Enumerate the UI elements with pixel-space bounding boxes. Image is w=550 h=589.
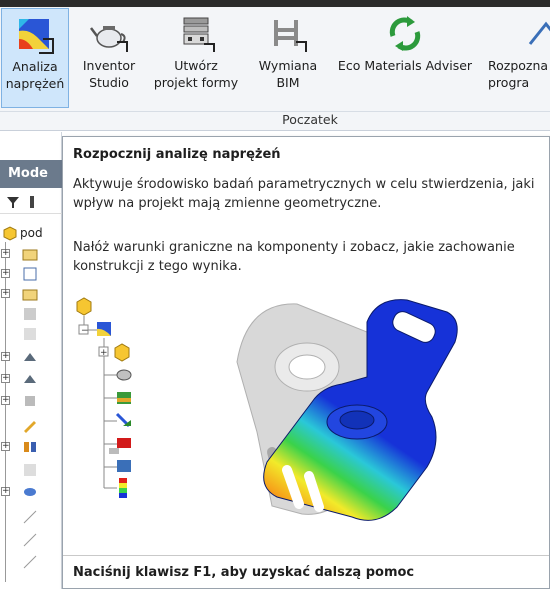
recognize-program-button[interactable]: Rozpozna progra bbox=[486, 8, 550, 108]
expand-icon[interactable]: + bbox=[1, 442, 10, 451]
browser-toolbar bbox=[0, 190, 62, 214]
tree-item[interactable] bbox=[0, 460, 62, 480]
inventor-studio-button[interactable]: Inventor Studio bbox=[78, 8, 140, 108]
stress-analysis-icon bbox=[19, 19, 54, 54]
tree-item[interactable] bbox=[0, 304, 62, 324]
mesh-icon bbox=[117, 460, 131, 472]
folder-icon bbox=[22, 289, 38, 301]
ribbon-button-label: Inventor Studio bbox=[82, 58, 136, 90]
tree-item[interactable]: + bbox=[0, 369, 62, 389]
pencil-icon bbox=[24, 421, 36, 433]
revolve-icon bbox=[24, 488, 36, 496]
bim-exchange-button[interactable]: Wymiana BIM bbox=[252, 8, 324, 108]
ribbon-button-label: Rozpozna progra bbox=[488, 58, 549, 90]
sketch-icon bbox=[23, 533, 37, 547]
mold-design-button[interactable]: Utwórz projekt formy bbox=[148, 8, 244, 108]
tree-item[interactable] bbox=[0, 324, 62, 344]
expand-icon[interactable]: + bbox=[1, 374, 10, 383]
material-icon bbox=[116, 369, 132, 381]
ribbon-button-label: Eco Materials Adviser bbox=[337, 58, 473, 73]
ribbon-button-label: Wymiana BIM bbox=[258, 58, 318, 90]
svg-text:+: + bbox=[100, 348, 108, 358]
part-icon bbox=[3, 226, 17, 241]
tree-item[interactable]: + bbox=[0, 482, 62, 502]
model-tab[interactable]: Mode bbox=[0, 160, 62, 188]
expand-icon[interactable]: + bbox=[1, 352, 10, 361]
tree-item[interactable] bbox=[0, 507, 62, 527]
tree-root-label: pod bbox=[20, 226, 43, 240]
sketch-icon bbox=[24, 308, 36, 320]
ribbon: Analiza naprężeń Inventor Studio Utwórz … bbox=[0, 7, 550, 131]
sketch-icon bbox=[24, 464, 36, 476]
tree-item[interactable] bbox=[0, 530, 62, 550]
tooltip-title: Rozpocznij analizę naprężeń bbox=[73, 147, 281, 162]
eco-materials-button[interactable]: Eco Materials Adviser bbox=[326, 8, 484, 108]
expand-icon[interactable]: + bbox=[1, 487, 10, 496]
tree-item[interactable] bbox=[0, 415, 62, 435]
filter-icon[interactable] bbox=[6, 195, 20, 209]
tree-item[interactable]: + bbox=[0, 347, 62, 367]
part-icon bbox=[114, 343, 130, 362]
part-icon bbox=[76, 297, 92, 316]
svg-text:−: − bbox=[81, 326, 89, 336]
model-browser-panel: Mode pod + + + + + + + + bbox=[0, 132, 62, 589]
stress-analysis-button[interactable]: Analiza naprężeń bbox=[1, 8, 69, 108]
ribbon-group-label: Poczatek bbox=[0, 111, 550, 130]
extrude-icon bbox=[24, 375, 36, 383]
stress-browser-tree: − + bbox=[76, 297, 132, 498]
view-rep-icon bbox=[23, 267, 37, 281]
tooltip-description-secondary: Nałóż warunki graniczne na komponenty i … bbox=[73, 240, 515, 274]
extrude-icon bbox=[24, 353, 36, 361]
folder-icon bbox=[22, 249, 38, 261]
tooltip-help-hint: Naciśnij klawisz F1, aby uzyskać dalszą … bbox=[73, 565, 415, 580]
eco-materials-icon bbox=[389, 16, 421, 51]
tree-item[interactable]: + bbox=[0, 391, 62, 411]
mirror-icon bbox=[24, 442, 36, 452]
recognize-program-icon bbox=[528, 21, 550, 45]
tree-root[interactable]: pod bbox=[0, 224, 62, 244]
contact-icon bbox=[117, 438, 131, 448]
bim-exchange-icon bbox=[274, 20, 307, 52]
expand-icon[interactable]: + bbox=[1, 249, 10, 258]
sketch-icon bbox=[24, 328, 36, 340]
expand-icon[interactable]: + bbox=[1, 289, 10, 298]
tree-item[interactable] bbox=[0, 552, 62, 572]
tree-item[interactable]: + bbox=[0, 437, 62, 457]
tree-item[interactable]: + bbox=[0, 244, 62, 264]
sketch-icon bbox=[23, 510, 37, 524]
tree-item[interactable]: + bbox=[0, 284, 62, 304]
toolbar-divider bbox=[30, 196, 34, 208]
ribbon-button-label: Analiza naprężeń bbox=[5, 59, 65, 91]
tooltip-separator bbox=[63, 555, 549, 556]
teapot-icon bbox=[90, 26, 128, 52]
sketch-icon bbox=[23, 555, 37, 569]
tooltip-description: Aktywuje środowisko badań parametrycznyc… bbox=[73, 177, 535, 211]
results-legend-icon bbox=[119, 478, 127, 483]
expand-icon[interactable]: + bbox=[1, 396, 10, 405]
tree-item[interactable]: + bbox=[0, 264, 62, 284]
feature-icon bbox=[25, 396, 35, 406]
expand-icon[interactable]: + bbox=[1, 269, 10, 278]
stress-analysis-illustration: − + bbox=[76, 297, 458, 521]
tooltip: Rozpocznij analizę naprężeń Aktywuje śro… bbox=[62, 136, 550, 589]
ribbon-button-label: Utwórz projekt formy bbox=[153, 58, 239, 90]
title-bar-strip bbox=[0, 0, 550, 7]
mold-design-icon bbox=[183, 17, 215, 52]
